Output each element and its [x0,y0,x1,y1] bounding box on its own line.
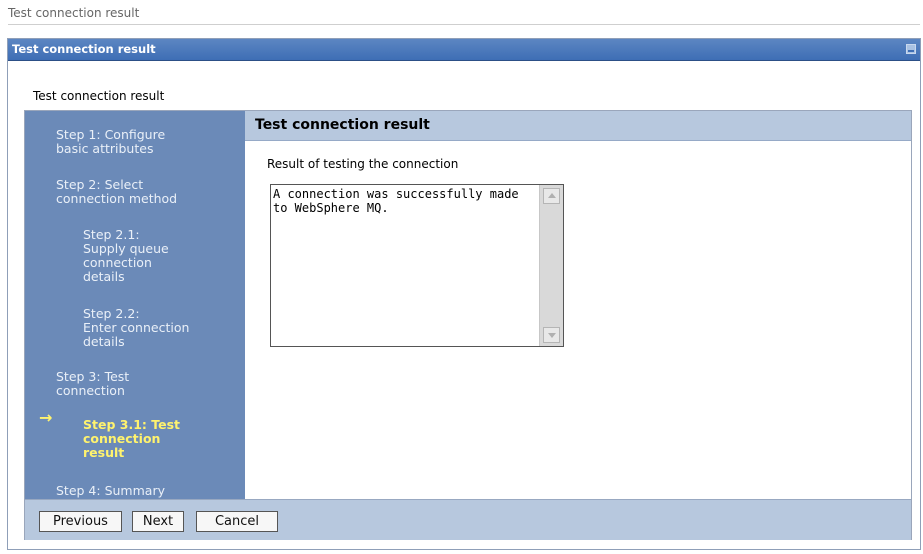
step-2-1[interactable]: Step 2.1: Supply queue connection detail… [83,228,169,284]
cancel-button[interactable]: Cancel [196,511,278,532]
result-label: Result of testing the connection [267,157,459,171]
minimize-icon[interactable] [906,44,916,54]
result-scrollbar[interactable] [539,185,563,346]
step-4[interactable]: Step 4: Summary [56,484,165,498]
previous-button[interactable]: Previous [39,511,122,532]
current-step-arrow-icon: → [39,408,53,427]
wizard-main: Test connection result Result of testing… [245,111,911,499]
page-header: Test connection result [8,6,920,25]
step-3-1-current[interactable]: Step 3.1: Test connection result [83,418,180,460]
portlet-title: Test connection result [8,39,920,61]
next-button[interactable]: Next [132,511,184,532]
result-textarea[interactable]: A connection was successfully made to We… [270,184,564,347]
step-3[interactable]: Step 3: Test connection [56,370,129,398]
step-2[interactable]: Step 2: Select connection method [56,178,177,206]
content-label: Test connection result [33,89,165,103]
step-1[interactable]: Step 1: Configure basic attributes [56,128,165,156]
portlet: Test connection result Test connection r… [7,38,921,550]
result-text: A connection was successfully made to We… [273,187,519,215]
wizard-footer: Previous Next Cancel [25,499,911,540]
main-title: Test connection result [245,111,911,141]
wizard-steps-sidebar: Step 1: Configure basic attributes Step … [25,111,245,499]
portlet-title-text: Test connection result [12,42,156,56]
scroll-down-icon[interactable] [543,327,560,343]
step-2-2[interactable]: Step 2.2: Enter connection details [83,307,189,349]
scroll-up-icon[interactable] [543,188,560,204]
wizard-panel: Step 1: Configure basic attributes Step … [24,110,912,540]
